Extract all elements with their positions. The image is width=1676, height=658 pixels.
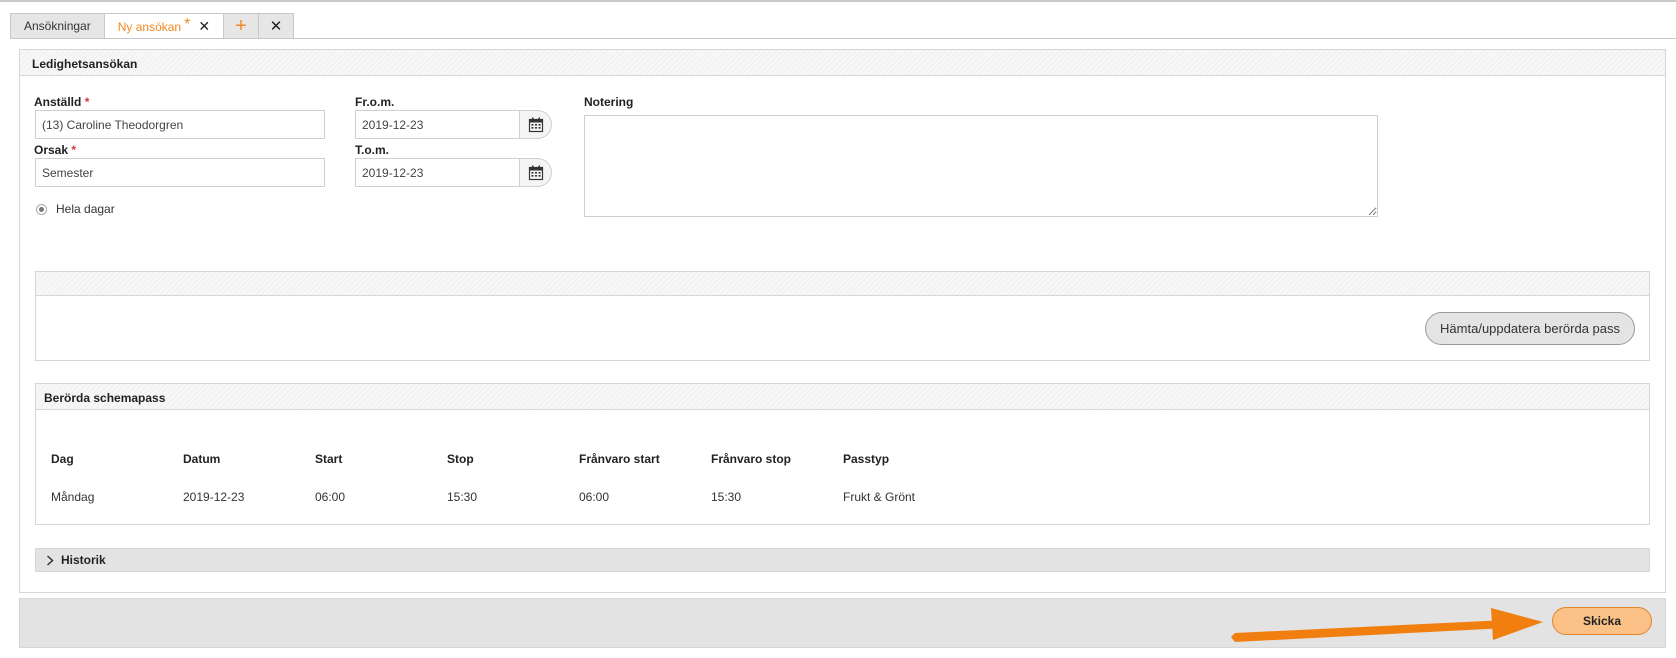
tab-label: Ansökningar [24, 19, 91, 33]
fetch-shifts-box: Hämta/uppdatera berörda pass [35, 271, 1650, 361]
column-header: Dag [51, 452, 74, 466]
calendar-icon [528, 165, 543, 180]
reason-input[interactable]: Semester [35, 158, 325, 187]
required-mark: * [71, 143, 77, 157]
full-days-radio[interactable] [36, 203, 47, 215]
fetch-shifts-box-header [36, 272, 1649, 296]
history-label: Historik [61, 553, 106, 567]
history-toggle[interactable]: Historik [35, 548, 1650, 572]
add-tab-button[interactable]: + [223, 13, 259, 38]
note-textarea[interactable] [584, 115, 1378, 217]
to-date-picker-button[interactable] [520, 158, 552, 187]
panel-title: Ledighetsansökan [20, 50, 1665, 76]
tab-underline [10, 38, 1676, 39]
table-cell: 06:00 [579, 490, 610, 504]
affected-shifts-title: Berörda schemapass [36, 384, 1649, 410]
column-header: Frånvaro start [579, 452, 660, 466]
employee-input[interactable]: (13) Caroline Theodorgren [35, 110, 325, 139]
send-button[interactable]: Skicka [1552, 607, 1652, 635]
affected-shifts-box: Berörda schemapass Dag Datum Start Stop … [35, 383, 1650, 525]
table-cell: 15:30 [447, 490, 478, 504]
arrow-right-icon [1231, 608, 1543, 642]
from-date-picker-button[interactable] [520, 110, 552, 139]
note-label: Notering [584, 95, 634, 109]
reason-label: Orsak * [34, 143, 77, 157]
column-header: Start [315, 452, 343, 466]
column-header: Stop [447, 452, 474, 466]
employee-label: Anställd * [34, 95, 90, 109]
chevron-right-icon [46, 554, 54, 566]
close-all-tabs-button[interactable]: ✕ [257, 13, 295, 38]
from-date-input[interactable]: 2019-12-23 [355, 110, 520, 139]
to-date-label: T.o.m. [355, 143, 390, 157]
full-days-label: Hela dagar [56, 202, 115, 216]
column-header: Datum [183, 452, 221, 466]
modified-indicator: * [184, 15, 191, 33]
column-header: Passtyp [843, 452, 890, 466]
fetch-update-shifts-button[interactable]: Hämta/uppdatera berörda pass [1425, 312, 1635, 345]
leave-request-panel: Ledighetsansökan Anställd * (13) Carolin… [19, 49, 1666, 593]
tab-bar: Ansökningar Ny ansökan * ✕ + ✕ [10, 13, 295, 39]
tab-ansokningar[interactable]: Ansökningar [10, 13, 105, 38]
table-cell: 06:00 [315, 490, 346, 504]
full-days-option[interactable]: Hela dagar [36, 202, 115, 216]
table-cell: 2019-12-23 [183, 490, 245, 504]
from-date-label: Fr.o.m. [355, 95, 395, 109]
table-cell: Frukt & Grönt [843, 490, 916, 504]
tab-close-icon[interactable]: ✕ [198, 18, 210, 35]
tab-ny-ansokan[interactable]: Ny ansökan * ✕ [103, 13, 225, 39]
column-header: Frånvaro stop [711, 452, 792, 466]
top-border [0, 0, 1676, 2]
calendar-icon [528, 117, 543, 132]
tab-label: Ny ansökan [117, 19, 182, 34]
to-date-input[interactable]: 2019-12-23 [355, 158, 520, 187]
table-cell: Måndag [51, 490, 95, 504]
required-mark: * [84, 95, 90, 109]
table-cell: 15:30 [711, 490, 742, 504]
